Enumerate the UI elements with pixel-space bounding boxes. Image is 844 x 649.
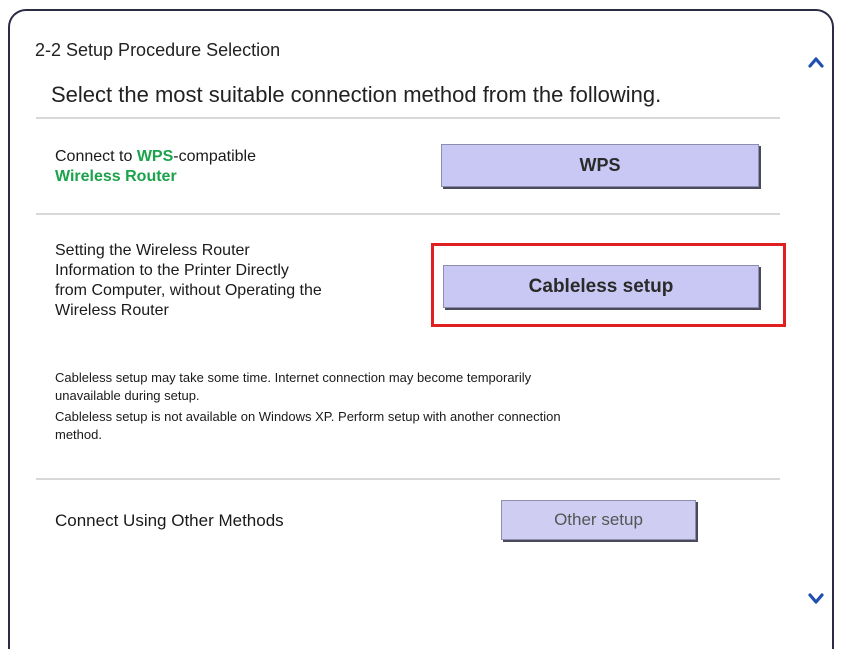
cableless-setup-button[interactable]: Cableless setup (443, 265, 759, 308)
cableless-notes: Cableless setup may take some time. Inte… (55, 369, 561, 444)
note-line: Cableless setup is not available on Wind… (55, 409, 561, 424)
cableless-desc-line: Setting the Wireless Router (55, 242, 250, 259)
note-line: method. (55, 427, 102, 442)
wps-desc-highlight: WPS (136, 148, 174, 165)
instruction-text: Select the most suitable connection meth… (51, 82, 662, 107)
cableless-option-description: Setting the Wireless Router Information … (55, 241, 322, 321)
cableless-desc-line: Information to the Printer Directly (55, 262, 289, 279)
wps-desc-prefix: Connect to (55, 148, 137, 165)
cableless-desc-line: Wireless Router (55, 302, 169, 319)
scroll-down-button[interactable] (808, 592, 824, 604)
scroll-up-button[interactable] (808, 56, 824, 68)
other-setup-button[interactable]: Other setup (501, 500, 696, 540)
note-line: unavailable during setup. (55, 388, 200, 403)
wps-button[interactable]: WPS (441, 144, 759, 187)
other-option-description: Connect Using Other Methods (55, 511, 284, 530)
chevron-down-icon (808, 593, 824, 604)
divider (36, 117, 780, 119)
divider (36, 478, 780, 480)
chevron-up-icon (808, 57, 824, 68)
cableless-desc-line: from Computer, without Operating the (55, 282, 322, 299)
wps-desc-line2: Wireless Router (55, 168, 177, 185)
note-line: Cableless setup may take some time. Inte… (55, 370, 532, 385)
wps-desc-suffix: -compatible (173, 148, 256, 165)
wps-option-description: Connect to WPS-compatible Wireless Route… (55, 147, 256, 187)
step-title: 2-2 Setup Procedure Selection (35, 40, 281, 60)
divider (36, 213, 780, 215)
